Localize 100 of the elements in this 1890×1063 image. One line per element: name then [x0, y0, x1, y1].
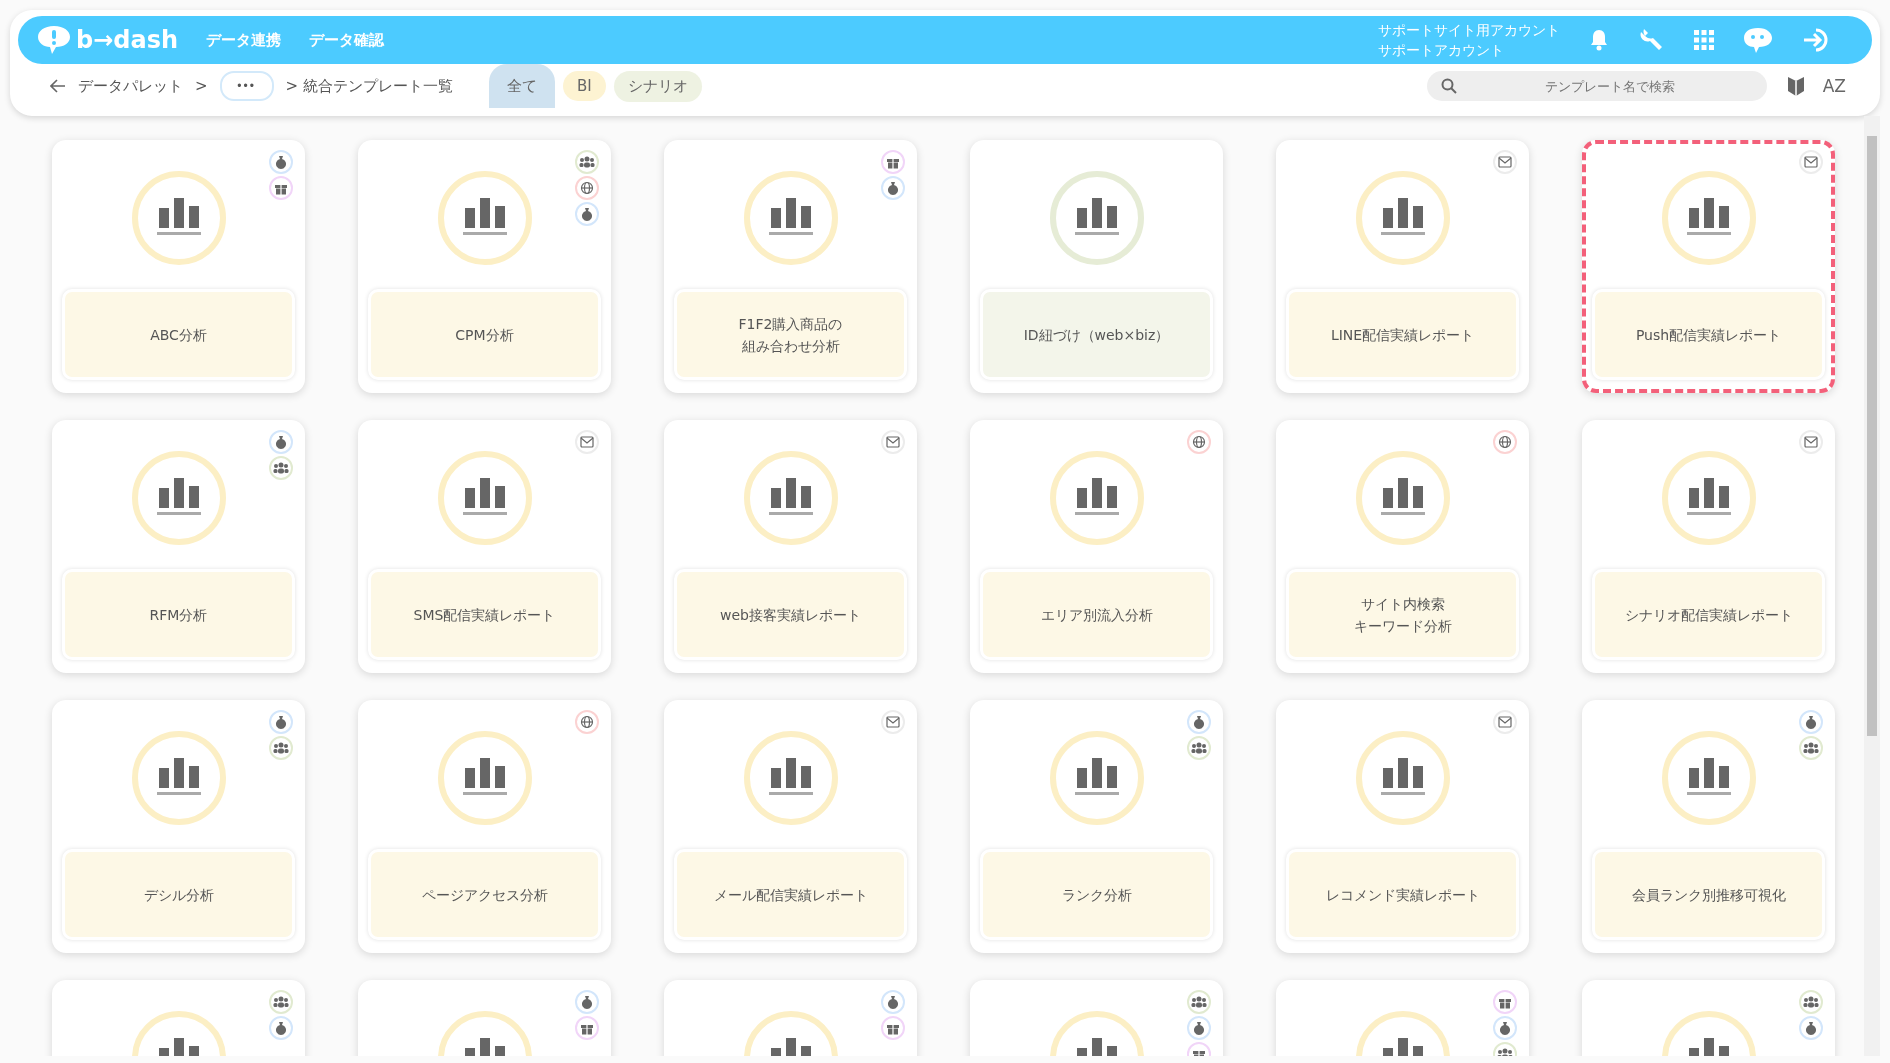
template-title: エリア別流入分析 — [980, 569, 1213, 660]
search-icon — [1440, 78, 1457, 94]
template-title: CPM分析 — [368, 289, 601, 380]
template-card[interactable]: F1F2購入商品の 組み合わせ分析 — [664, 140, 917, 393]
template-title: レコメンド実績レポート — [1286, 849, 1519, 940]
template-title: LINE配信実績レポート — [1286, 289, 1519, 380]
gift-icon — [1493, 990, 1517, 1014]
money-bag-icon — [575, 202, 599, 226]
gift-icon — [575, 1016, 599, 1040]
template-title: ランク分析 — [980, 849, 1213, 940]
breadcrumb-current: > 統合テンプレート一覧 — [285, 76, 453, 96]
template-card[interactable]: ID紐づけ（web×biz） — [970, 140, 1223, 393]
money-bag-icon — [269, 710, 293, 734]
bar-chart-icon — [1660, 730, 1757, 826]
bar-chart-icon — [1660, 170, 1757, 266]
globe-icon — [575, 710, 599, 734]
template-card[interactable]: シナリオ配信実績レポート — [1582, 420, 1835, 673]
money-bag-icon — [575, 990, 599, 1014]
template-title: ページアクセス分析 — [368, 849, 601, 940]
bar-chart-icon — [742, 730, 839, 826]
template-card[interactable]: 会員ランク別推移可視化 — [1582, 700, 1835, 953]
template-card[interactable]: サイト内検索 キーワード分析 — [1276, 420, 1529, 673]
bar-chart-icon — [436, 450, 533, 546]
money-bag-icon — [269, 1016, 293, 1040]
template-card[interactable]: LINE配信実績レポート — [1276, 140, 1529, 393]
gift-icon — [269, 176, 293, 200]
money-bag-icon — [1799, 710, 1823, 734]
template-title: サイト内検索 キーワード分析 — [1286, 569, 1519, 660]
template-title: メール配信実績レポート — [674, 849, 907, 940]
template-title: SMS配信実績レポート — [368, 569, 601, 660]
people-icon — [1799, 736, 1823, 760]
template-title: 会員ランク別推移可視化 — [1592, 849, 1825, 940]
template-card[interactable]: ページアクセス分析 — [358, 700, 611, 953]
mail-icon — [1799, 150, 1823, 174]
template-card[interactable]: web接客実績レポート — [664, 420, 917, 673]
people-icon — [269, 456, 293, 480]
money-bag-icon — [1187, 710, 1211, 734]
mail-icon — [1493, 150, 1517, 174]
people-icon — [1187, 990, 1211, 1014]
template-title: デシル分析 — [62, 849, 295, 940]
template-title: RFM分析 — [62, 569, 295, 660]
bar-chart-icon — [1354, 450, 1451, 546]
bar-chart-icon — [1048, 730, 1145, 826]
template-card[interactable]: エリア別流入分析 — [970, 420, 1223, 673]
gift-icon — [881, 1016, 905, 1040]
mail-icon — [1799, 430, 1823, 454]
template-title: F1F2購入商品の 組み合わせ分析 — [674, 289, 907, 380]
filter-tab[interactable]: シナリオ — [613, 70, 702, 102]
people-icon — [1187, 736, 1211, 760]
globe-icon — [575, 176, 599, 200]
filter-tab[interactable]: 全て — [488, 64, 555, 108]
template-card[interactable]: ランク分析 — [970, 700, 1223, 953]
money-bag-icon — [269, 150, 293, 174]
sort-button[interactable]: AZ — [1816, 75, 1852, 97]
template-card[interactable]: CPM分析 — [358, 140, 611, 393]
people-icon — [269, 736, 293, 760]
bar-chart-icon — [130, 730, 227, 826]
gift-icon — [881, 150, 905, 174]
speech-bubble-logo-icon — [36, 24, 72, 56]
mail-icon — [575, 430, 599, 454]
people-icon — [575, 150, 599, 174]
back-arrow-icon[interactable] — [50, 79, 66, 93]
template-card[interactable]: Push配信実績レポート — [1582, 140, 1835, 393]
bar-chart-icon — [1660, 450, 1757, 546]
template-card[interactable]: SMS配信実績レポート — [358, 420, 611, 673]
people-icon — [269, 990, 293, 1014]
mail-icon — [1493, 710, 1517, 734]
bar-chart-icon — [1354, 170, 1451, 266]
breadcrumb-separator: > — [195, 77, 208, 95]
template-title: シナリオ配信実績レポート — [1592, 569, 1825, 660]
search-field[interactable]: テンプレート名で検索 — [1426, 71, 1767, 101]
template-title: Push配信実績レポート — [1592, 289, 1825, 380]
money-bag-icon — [1799, 1016, 1823, 1040]
globe-icon — [1493, 430, 1517, 454]
bar-chart-icon — [742, 450, 839, 546]
bar-chart-icon — [130, 170, 227, 266]
bar-chart-icon — [1048, 450, 1145, 546]
template-card[interactable]: レコメンド実績レポート — [1276, 700, 1529, 953]
template-card[interactable]: RFM分析 — [52, 420, 305, 673]
template-card[interactable]: ABC分析 — [52, 140, 305, 393]
more-button[interactable]: ••• — [219, 71, 274, 101]
filter-tab[interactable]: BI — [562, 71, 606, 101]
account-name: サポートサイト用アカウント — [1378, 21, 1560, 40]
template-card[interactable]: メール配信実績レポート — [664, 700, 917, 953]
bar-chart-icon — [1048, 170, 1145, 266]
people-icon — [1799, 990, 1823, 1014]
template-title: ID紐づけ（web×biz） — [980, 289, 1213, 380]
bar-chart-icon — [130, 450, 227, 546]
globe-icon — [1187, 430, 1211, 454]
money-bag-icon — [881, 176, 905, 200]
bar-chart-icon — [436, 170, 533, 266]
money-bag-icon — [1187, 1016, 1211, 1040]
template-card[interactable]: デシル分析 — [52, 700, 305, 953]
breadcrumb-link[interactable]: データパレット — [78, 76, 183, 96]
bar-chart-icon — [436, 730, 533, 826]
scrollbar[interactable] — [1864, 116, 1880, 1056]
money-bag-icon — [1493, 1016, 1517, 1040]
money-bag-icon — [881, 990, 905, 1014]
account-name: サポートアカウント — [1378, 41, 1505, 60]
template-title: ABC分析 — [62, 289, 295, 380]
